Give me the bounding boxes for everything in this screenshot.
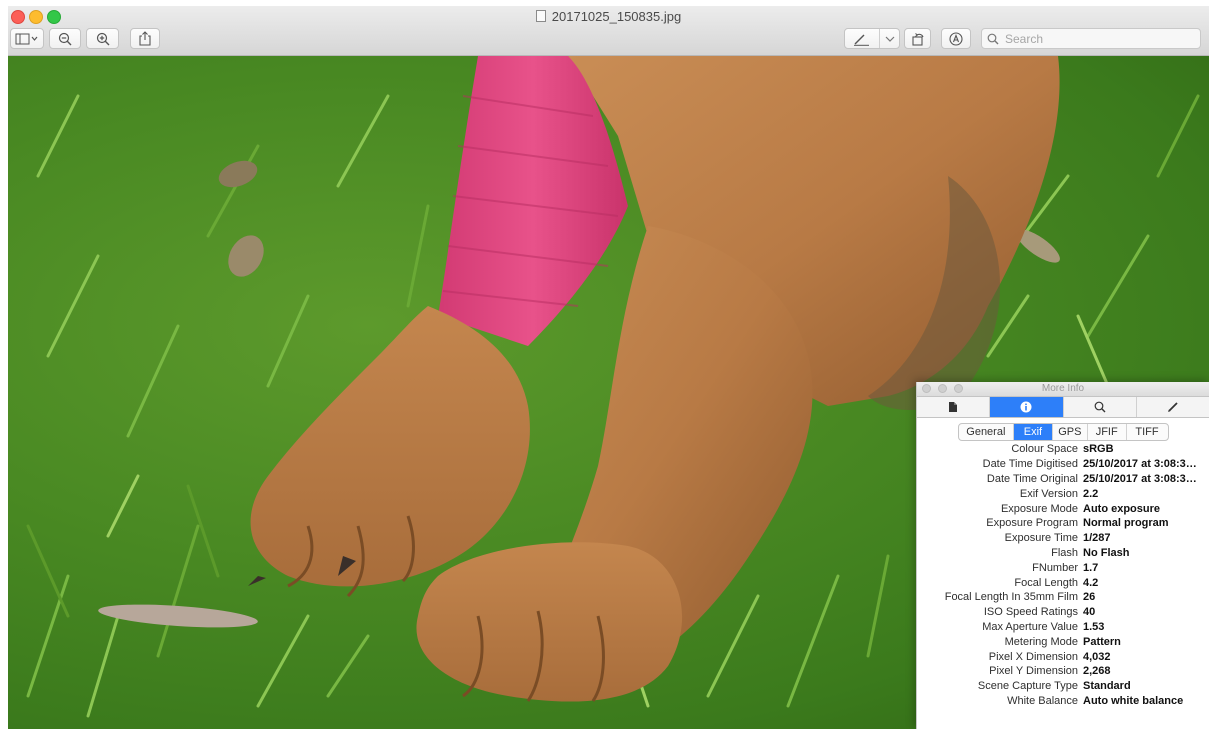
chevron-down-icon[interactable] — [885, 35, 895, 43]
exif-value: 40 — [1083, 606, 1096, 619]
window-title-area: 20171025_150835.jpg — [8, 9, 1209, 24]
exif-row: Metering Mode Pattern — [917, 634, 1209, 649]
sidebar-toggle-icon — [15, 33, 38, 44]
exif-row: Exposure Mode Auto exposure — [917, 501, 1209, 516]
window-title: 20171025_150835.jpg — [551, 9, 682, 24]
exif-property-list: Colour Space sRGB Date Time Digitised 25/1… — [917, 442, 1209, 708]
rotate-icon — [911, 32, 924, 46]
exif-key: FNumber — [1032, 561, 1078, 574]
exif-value: Auto exposure — [1083, 502, 1161, 515]
info-tab-bar — [917, 397, 1209, 418]
exif-value: Standard — [1083, 680, 1131, 693]
annotate-icon — [949, 31, 963, 46]
window-toolbar: 20171025_150835.jpg — [8, 6, 1209, 56]
exif-key: Exif Version — [1019, 487, 1078, 500]
exif-key: Date Time Digitised — [982, 458, 1078, 471]
markup-button[interactable] — [844, 28, 900, 49]
exif-row: Flash No Flash — [917, 546, 1209, 561]
exif-row: ISO Speed Ratings 40 — [917, 605, 1209, 620]
exif-row: Date Time Original 25/10/2017 at 3:08:35.… — [917, 472, 1209, 487]
rotate-button[interactable] — [904, 28, 931, 49]
exif-value: 4,032 — [1083, 650, 1111, 663]
share-button[interactable] — [130, 28, 160, 49]
search-input[interactable] — [1003, 30, 1187, 47]
segment-tiff[interactable]: TIFF — [1127, 424, 1168, 440]
zoom-in-icon — [96, 32, 109, 45]
exif-key: ISO Speed Ratings — [983, 606, 1078, 619]
sidebar-toggle-button[interactable] — [10, 28, 44, 49]
exif-value: 25/10/2017 at 3:08:35... — [1083, 458, 1202, 471]
exif-row: Colour Space sRGB — [917, 442, 1209, 457]
exif-key: Scene Capture Type — [977, 680, 1078, 693]
exif-value: 26 — [1083, 591, 1096, 604]
share-icon — [139, 31, 151, 46]
exif-value: No Flash — [1083, 546, 1130, 559]
exif-key: Max Aperture Value — [982, 620, 1078, 633]
exif-row: Exposure Program Normal program — [917, 516, 1209, 531]
exif-row: Focal Length In 35mm Film 26 — [917, 590, 1209, 605]
more-info-titlebar: More Info — [917, 382, 1209, 397]
exif-row: Scene Capture Type Standard — [917, 679, 1209, 694]
info-icon — [1020, 401, 1032, 413]
exif-key: Colour Space — [1011, 443, 1078, 456]
exif-key: Date Time Original — [986, 472, 1078, 485]
exif-value: 1/287 — [1083, 532, 1111, 545]
magnifier-icon — [1094, 401, 1106, 413]
exif-value: 1.53 — [1083, 620, 1105, 633]
exif-row: Pixel X Dimension 4,032 — [917, 649, 1209, 664]
segment-gps[interactable]: GPS — [1053, 424, 1088, 440]
search-icon — [987, 33, 999, 44]
exif-row: FNumber 1.7 — [917, 560, 1209, 575]
exif-key: Exposure Time — [1004, 532, 1078, 545]
exif-value: Pattern — [1083, 635, 1121, 648]
exif-key: Pixel Y Dimension — [989, 665, 1078, 678]
exif-value: 4.2 — [1083, 576, 1099, 589]
zoom-in-button[interactable] — [86, 28, 119, 49]
segment-jfif[interactable]: JFIF — [1088, 424, 1127, 440]
tab-more-info[interactable] — [990, 397, 1064, 417]
more-info-title: More Info — [1041, 383, 1085, 394]
document-icon — [949, 402, 958, 412]
exif-row: Date Time Digitised 25/10/2017 at 3:08:35… — [917, 457, 1209, 472]
exif-key: Exposure Mode — [1000, 502, 1078, 515]
exif-value: Auto white balance — [1083, 694, 1184, 707]
exif-value: Normal program — [1083, 517, 1169, 530]
exif-key: Exposure Program — [986, 517, 1078, 530]
more-info-panel: More Info General Exif GPS JFIF TIFF Col… — [916, 382, 1209, 729]
exif-row: Exif Version 2.2 — [917, 486, 1209, 501]
exif-row: Exposure Time 1/287 — [917, 531, 1209, 546]
segment-exif[interactable]: Exif — [1014, 424, 1053, 440]
exif-value: 2,268 — [1083, 665, 1111, 678]
exif-key: White Balance — [1007, 694, 1078, 707]
markup-pen-icon — [854, 34, 869, 46]
exif-row: Focal Length 4.2 — [917, 575, 1209, 590]
tab-general-info[interactable] — [917, 397, 991, 417]
zoom-out-icon — [58, 32, 72, 45]
exif-key: Pixel X Dimension — [988, 650, 1078, 663]
exif-value: sRGB — [1083, 443, 1114, 456]
tab-keywords[interactable] — [1064, 397, 1137, 417]
segment-general[interactable]: General — [959, 424, 1015, 440]
zoom-out-button[interactable] — [49, 28, 81, 49]
document-icon — [535, 10, 546, 22]
exif-value: 25/10/2017 at 3:08:35... — [1083, 472, 1202, 485]
exif-value: 2.2 — [1083, 487, 1099, 500]
exif-row: Pixel Y Dimension 2,268 — [917, 664, 1209, 679]
annotate-button[interactable] — [941, 28, 971, 49]
pencil-icon — [1167, 402, 1178, 412]
exif-key: Flash — [1051, 546, 1078, 559]
search-field[interactable] — [981, 28, 1201, 49]
exif-key: Focal Length — [1014, 576, 1078, 589]
exif-value: 1.7 — [1083, 561, 1099, 574]
exif-row: Max Aperture Value 1.53 — [917, 620, 1209, 635]
metadata-segment-control: General Exif GPS JFIF TIFF — [957, 423, 1169, 441]
tab-annotations[interactable] — [1137, 397, 1209, 417]
exif-row: White Balance Auto white balance — [917, 694, 1209, 709]
exif-key: Focal Length In 35mm Film — [944, 591, 1078, 604]
exif-key: Metering Mode — [1004, 635, 1078, 648]
